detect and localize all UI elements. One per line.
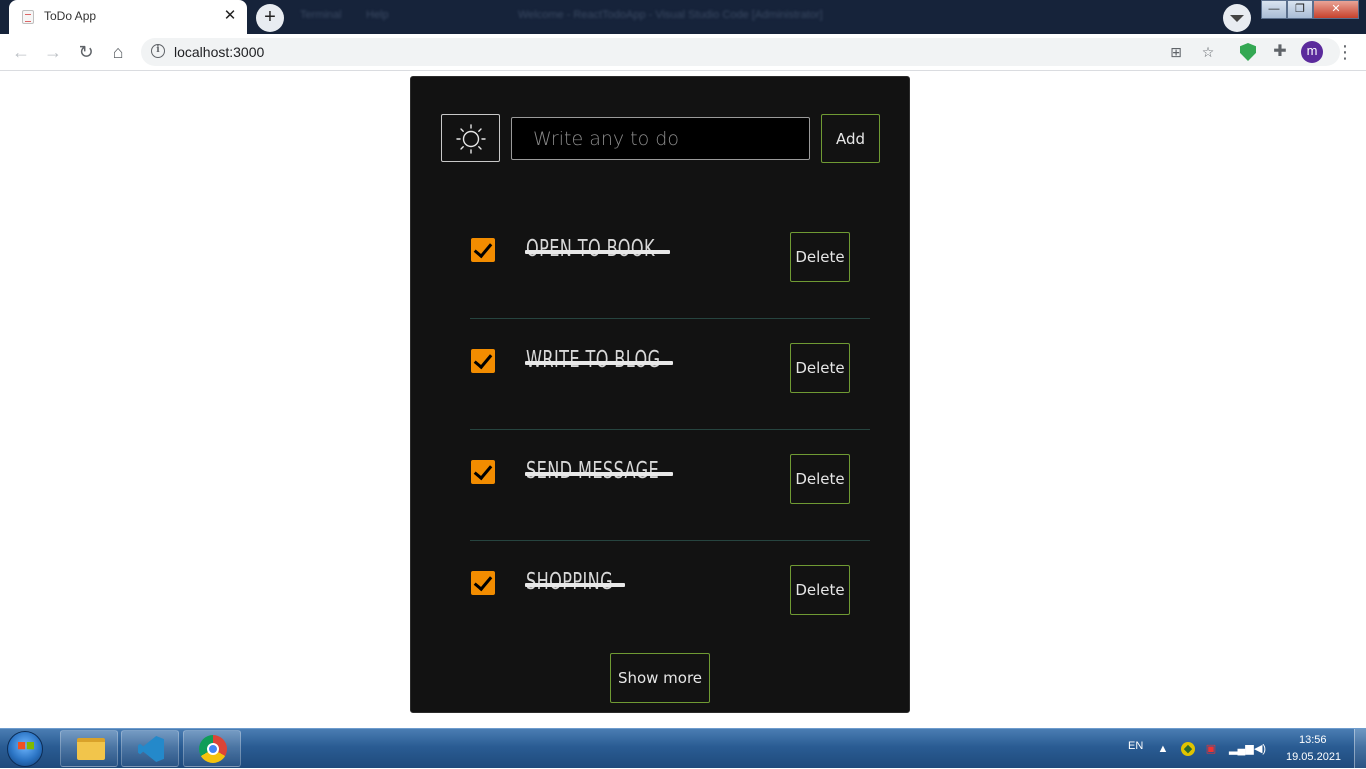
show-more-button[interactable]: Show more (610, 653, 710, 703)
todo-app-card: Add OPEN TO BOOK Delete WRITE TO BLOG De… (410, 76, 910, 713)
delete-button[interactable]: Delete (790, 454, 850, 504)
file-explorer-icon (77, 738, 105, 760)
todo-item: SEND MESSAGE Delete (470, 430, 871, 541)
vscode-icon (138, 736, 164, 762)
todo-text: SHOPPING (526, 569, 614, 595)
minimize-button[interactable]: — (1261, 0, 1287, 19)
clock-time[interactable]: 13:56 (1299, 734, 1327, 746)
delete-button[interactable]: Delete (790, 232, 850, 282)
address-bar[interactable]: i localhost:3000 ⊞ ☆ (141, 38, 1340, 66)
browser-menu-icon[interactable]: ⋮ (1336, 41, 1354, 63)
todo-item: OPEN TO BOOK Delete (470, 208, 871, 319)
taskbar-file-explorer[interactable] (60, 730, 118, 767)
profile-avatar[interactable]: m (1301, 41, 1323, 63)
sun-icon (456, 124, 486, 154)
strikethrough-line (525, 472, 673, 476)
forward-arrow-icon[interactable]: → (42, 41, 64, 63)
todo-input[interactable] (511, 117, 810, 160)
clock-date[interactable]: 19.05.2021 (1286, 751, 1341, 763)
page-favicon-icon (22, 10, 34, 24)
chrome-icon (199, 735, 227, 763)
start-button[interactable] (7, 731, 43, 767)
tab-search-icon[interactable] (1223, 4, 1251, 32)
language-indicator[interactable]: EN (1128, 740, 1143, 752)
browser-tab[interactable]: ToDo App ✕ (9, 0, 247, 34)
window-controls: — ❐ ✕ (1261, 0, 1359, 20)
tray-security-icon[interactable]: ▣ (1204, 742, 1218, 756)
windows-taskbar: EN ▲ ◆ ▣ ▂▄▆ ◀) 13:56 19.05.2021 (0, 728, 1366, 769)
delete-button[interactable]: Delete (790, 343, 850, 393)
strikethrough-line (525, 361, 673, 365)
todo-checkbox[interactable] (471, 460, 495, 484)
strikethrough-line (525, 583, 625, 587)
todo-text: OPEN TO BOOK (526, 236, 655, 262)
background-window-title: Welcome - ReactTodoApp - Visual Studio C… (518, 9, 823, 21)
volume-icon[interactable]: ◀) (1253, 742, 1267, 756)
show-hidden-icons-icon[interactable]: ▲ (1156, 742, 1170, 756)
bookmark-star-icon[interactable]: ☆ (1199, 43, 1217, 61)
taskbar-chrome[interactable] (183, 730, 241, 767)
network-signal-icon[interactable]: ▂▄▆ (1229, 742, 1254, 756)
delete-button[interactable]: Delete (790, 565, 850, 615)
show-desktop-button[interactable] (1354, 729, 1366, 769)
taskbar-vscode[interactable] (121, 730, 179, 767)
background-window-menu-terminal: Terminal (300, 9, 342, 21)
browser-titlebar: ToDo App ✕ + Terminal Help Welcome - Rea… (0, 0, 1366, 34)
tray-app-icon[interactable]: ◆ (1181, 742, 1195, 756)
todo-item: SHOPPING Delete (470, 541, 871, 652)
todo-checkbox[interactable] (471, 349, 495, 373)
todo-checkbox[interactable] (471, 238, 495, 262)
browser-toolbar: ← → ↻ ⌂ i localhost:3000 ⊞ ☆ (0, 34, 1366, 71)
home-icon[interactable]: ⌂ (107, 41, 129, 63)
extensions-puzzle-icon[interactable]: ✚ (1271, 43, 1289, 61)
tab-title: ToDo App (44, 9, 97, 23)
new-tab-button[interactable]: + (256, 4, 284, 32)
todo-text: SEND MESSAGE (526, 458, 660, 484)
url-text[interactable]: localhost:3000 (174, 44, 264, 60)
maximize-button[interactable]: ❐ (1287, 0, 1313, 19)
strikethrough-line (525, 250, 670, 254)
site-info-icon[interactable]: i (151, 44, 165, 58)
todo-checkbox[interactable] (471, 571, 495, 595)
tab-close-icon[interactable]: ✕ (221, 6, 239, 26)
todo-item: WRITE TO BLOG Delete (470, 319, 871, 430)
back-arrow-icon[interactable]: ← (10, 41, 32, 63)
todo-text: WRITE TO BLOG (526, 347, 661, 373)
theme-toggle-button[interactable] (441, 114, 500, 162)
background-window-menu-help: Help (366, 9, 389, 21)
reload-icon[interactable]: ↻ (75, 41, 97, 63)
close-window-button[interactable]: ✕ (1313, 0, 1359, 19)
translate-icon[interactable]: ⊞ (1167, 43, 1185, 61)
add-button[interactable]: Add (821, 114, 880, 163)
